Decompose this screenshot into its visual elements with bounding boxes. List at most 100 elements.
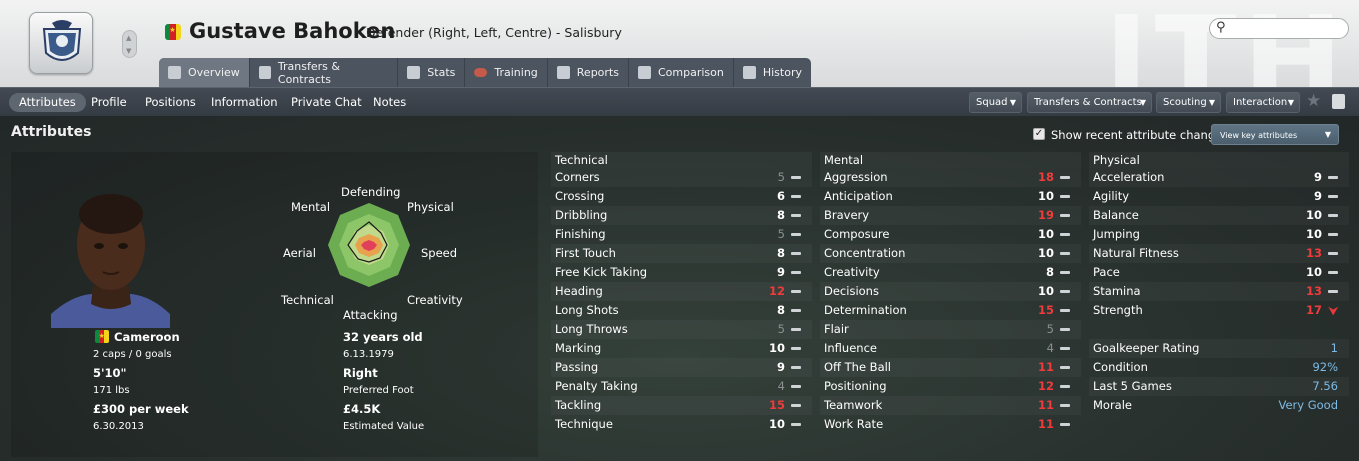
nation-label[interactable]: Cameroon <box>114 330 180 344</box>
player-switch-arrows[interactable]: ▲ ▼ <box>122 30 137 58</box>
attribute-row-work-rate[interactable]: Work Rate 11 <box>820 415 1081 434</box>
condition-value: 92% <box>1312 360 1338 374</box>
attribute-row-balance[interactable]: Balance 10 <box>1089 206 1349 225</box>
attribute-row-jumping[interactable]: Jumping 10 <box>1089 225 1349 244</box>
tab-stats[interactable]: Stats <box>398 58 466 87</box>
subnav-private-chat[interactable]: Private Chat <box>291 93 362 112</box>
tab-history[interactable]: History <box>734 58 811 87</box>
attribute-row-natural-fitness[interactable]: Natural Fitness 13 <box>1089 244 1349 263</box>
star-icon[interactable]: ★ <box>1306 91 1321 111</box>
attribute-row-long-throws[interactable]: Long Throws 5 <box>551 320 812 339</box>
tab-reports[interactable]: Reports <box>548 58 629 87</box>
subnav-attributes[interactable]: Attributes <box>9 93 86 112</box>
attribute-name: Anticipation <box>824 189 893 203</box>
no-change-icon <box>791 290 801 293</box>
attribute-row-corners[interactable]: Corners 5 <box>551 168 812 187</box>
attribute-row-dribbling[interactable]: Dribbling 8 <box>551 206 812 225</box>
no-change-icon <box>1060 233 1070 236</box>
attribute-name: Influence <box>824 341 877 355</box>
attribute-row-strength[interactable]: Strength 17 ⮟ <box>1089 301 1349 320</box>
crest-icon <box>42 20 82 61</box>
attribute-row-bravery[interactable]: Bravery 19 <box>820 206 1081 225</box>
decline-arrow-icon: ⮟ <box>1328 305 1338 318</box>
attribute-row-decisions[interactable]: Decisions 10 <box>820 282 1081 301</box>
attribute-row-pace[interactable]: Pace 10 <box>1089 263 1349 282</box>
attribute-row-heading[interactable]: Heading 12 <box>551 282 812 301</box>
attribute-row-anticipation[interactable]: Anticipation 10 <box>820 187 1081 206</box>
attribute-row-crossing[interactable]: Crossing 6 <box>551 187 812 206</box>
no-change-icon <box>791 366 801 369</box>
squad-dropdown[interactable]: Squad ▼ <box>969 92 1022 113</box>
attribute-row-determination[interactable]: Determination 15 <box>820 301 1081 320</box>
attribute-row-aggression[interactable]: Aggression 18 <box>820 168 1081 187</box>
attribute-row-off-the-ball[interactable]: Off The Ball 11 <box>820 358 1081 377</box>
attribute-row-stamina[interactable]: Stamina 13 <box>1089 282 1349 301</box>
attribute-row-composure[interactable]: Composure 10 <box>820 225 1081 244</box>
up-arrow-icon[interactable]: ▲ <box>126 34 131 42</box>
attribute-row-technique[interactable]: Technique 10 <box>551 415 812 434</box>
player-role: Defender (Right, Left, Centre) - Salisbu… <box>366 25 622 40</box>
attribute-name: Bravery <box>824 208 870 222</box>
transfers-dropdown[interactable]: Transfers & Contracts ▼ <box>1027 92 1152 113</box>
view-key-attributes-button[interactable]: View key attributes ▼ <box>1211 124 1339 145</box>
attribute-value: 13 <box>1305 284 1322 298</box>
attribute-row-teamwork[interactable]: Teamwork 11 <box>820 396 1081 415</box>
no-change-icon <box>1060 252 1070 255</box>
attribute-row-passing[interactable]: Passing 9 <box>551 358 812 377</box>
attribute-row-finishing[interactable]: Finishing 5 <box>551 225 812 244</box>
no-change-icon <box>791 309 801 312</box>
attribute-row-creativity[interactable]: Creativity 8 <box>820 263 1081 282</box>
attribute-row-influence[interactable]: Influence 4 <box>820 339 1081 358</box>
tab-transfers-contracts[interactable]: Transfers & Contracts <box>250 58 399 87</box>
radar-label-speed: Speed <box>421 246 458 260</box>
subnav-information[interactable]: Information <box>211 93 278 112</box>
attribute-name: Off The Ball <box>824 360 892 374</box>
attribute-value: 5 <box>1046 322 1054 336</box>
attribute-row-free-kick-taking[interactable]: Free Kick Taking 9 <box>551 263 812 282</box>
club-badge[interactable] <box>29 12 93 74</box>
condition-row-morale[interactable]: Morale Very Good <box>1089 396 1349 415</box>
physical-list: Acceleration 9 Agility 9 Balance 10 Jumping 10 N… <box>1089 168 1349 320</box>
no-change-icon <box>791 176 801 179</box>
attribute-row-first-touch[interactable]: First Touch 8 <box>551 244 812 263</box>
watermark-decor: ITH <box>1104 0 1349 87</box>
attribute-row-flair[interactable]: Flair 5 <box>820 320 1081 339</box>
interaction-dropdown[interactable]: Interaction ▼ <box>1226 92 1300 113</box>
condition-name: Goalkeeper Rating <box>1093 341 1200 355</box>
attribute-value: 18 <box>1037 170 1054 184</box>
subnav-notes[interactable]: Notes <box>373 93 406 112</box>
contract-date: 6.30.2013 <box>93 421 144 432</box>
attribute-row-tackling[interactable]: Tackling 15 <box>551 396 812 415</box>
attribute-row-penalty-taking[interactable]: Penalty Taking 4 <box>551 377 812 396</box>
notes-add-icon[interactable] <box>1332 94 1345 109</box>
weight-label: 171 lbs <box>93 385 130 396</box>
condition-row-last-5-games[interactable]: Last 5 Games 7.56 <box>1089 377 1349 396</box>
subnav-profile[interactable]: Profile <box>91 93 127 112</box>
attribute-row-positioning[interactable]: Positioning 12 <box>820 377 1081 396</box>
attribute-row-concentration[interactable]: Concentration 10 <box>820 244 1081 263</box>
player-photo <box>51 194 170 328</box>
chevron-down-icon: ▼ <box>1287 98 1294 107</box>
no-change-icon <box>791 195 801 198</box>
search-input[interactable]: ⚲ <box>1209 18 1349 39</box>
show-recent-checkbox[interactable]: ✓ <box>1033 128 1045 140</box>
subnav-positions[interactable]: Positions <box>145 93 196 112</box>
attribute-row-long-shots[interactable]: Long Shots 8 <box>551 301 812 320</box>
no-change-icon <box>1060 271 1070 274</box>
condition-row-condition[interactable]: Condition 92% <box>1089 358 1349 377</box>
tab-training[interactable]: Training <box>465 58 548 87</box>
condition-row-goalkeeper-rating[interactable]: Goalkeeper Rating 1 <box>1089 339 1349 358</box>
attribute-row-marking[interactable]: Marking 10 <box>551 339 812 358</box>
mental-column: Mental Aggression 18 Anticipation 10 Bravery… <box>820 152 1081 434</box>
scouting-dropdown[interactable]: Scouting ▼ <box>1156 92 1221 113</box>
tab-overview[interactable]: Overview <box>159 58 250 87</box>
down-arrow-icon[interactable]: ▼ <box>126 47 131 55</box>
tab-comparison[interactable]: Comparison <box>629 58 734 87</box>
attribute-row-agility[interactable]: Agility 9 <box>1089 187 1349 206</box>
attribute-name: Tackling <box>555 398 602 412</box>
age-label: 32 years old <box>343 330 423 344</box>
document-icon <box>258 66 271 79</box>
attribute-name: Long Throws <box>555 322 628 336</box>
attribute-row-acceleration[interactable]: Acceleration 9 <box>1089 168 1349 187</box>
cameroon-flag-icon <box>95 330 109 343</box>
